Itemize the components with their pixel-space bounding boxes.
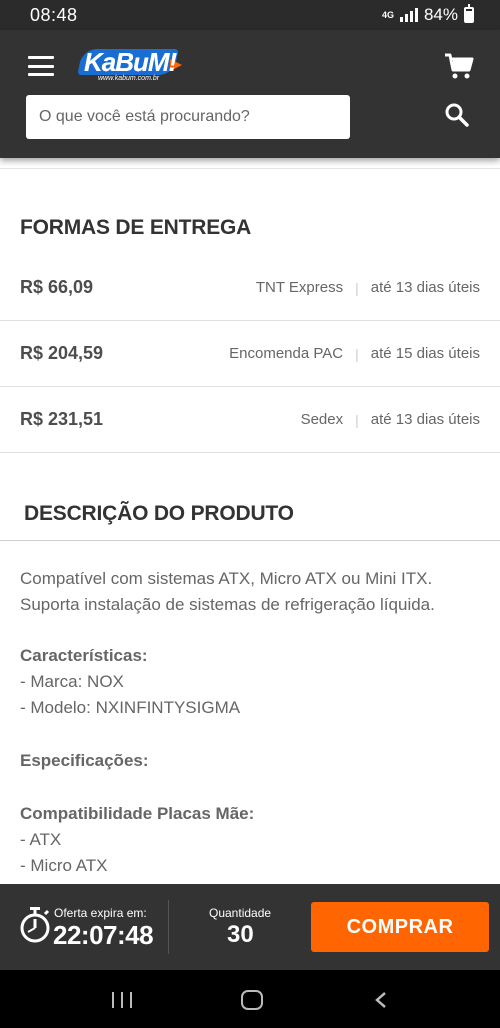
shipping-option: R$ 66,09 TNT Express | até 13 dias úteis <box>0 255 500 321</box>
description-intro-2: Suporta instalação de sistemas de refrig… <box>20 595 435 614</box>
offer-label: Oferta expira em: <box>54 906 147 920</box>
logo-text: KaBuM! <box>84 47 177 77</box>
quantity-value: 30 <box>227 921 254 948</box>
network-type: 4G <box>381 9 394 20</box>
features-heading: Características: <box>20 646 148 665</box>
shipping-days: até 15 dias úteis <box>370 345 480 362</box>
status-bar: 08:48 4G 84% <box>0 0 500 30</box>
divider <box>0 168 500 169</box>
cart-icon[interactable] <box>444 52 474 80</box>
app-header: KaBuM! www.kabum.com.br <box>0 30 500 158</box>
shipping-price: R$ 204,59 <box>20 343 104 363</box>
search-icon[interactable] <box>444 102 470 128</box>
back-icon[interactable] <box>374 991 388 1009</box>
compat-item: - Micro ATX <box>20 856 108 875</box>
shipping-method: TNT Express <box>255 279 344 296</box>
battery-percent: 84% <box>423 5 458 24</box>
divider <box>0 540 500 541</box>
purchase-bar: Oferta expira em: 22:07:48 Quantidade 30… <box>0 884 500 970</box>
kabum-logo[interactable]: KaBuM! www.kabum.com.br <box>77 47 185 85</box>
compat-heading: Compatibilidade Placas Mãe: <box>20 804 255 823</box>
specs-heading: Especificações: <box>20 751 149 770</box>
buy-button[interactable]: COMPRAR <box>311 902 489 952</box>
search-box[interactable] <box>26 95 350 139</box>
shipping-price: R$ 231,51 <box>20 409 104 429</box>
shipping-option: R$ 231,51 Sedex | até 13 dias úteis <box>0 387 500 453</box>
status-indicators: 4G 84% <box>381 4 474 25</box>
logo-subtext: www.kabum.com.br <box>98 75 160 82</box>
compat-item: - ATX <box>20 830 62 849</box>
search-input[interactable] <box>39 108 350 126</box>
quantity-label: Quantidade <box>209 906 272 920</box>
shipping-option: R$ 204,59 Encomenda PAC | até 15 dias út… <box>0 321 500 387</box>
offer-countdown: 22:07:48 <box>53 920 154 950</box>
feature-item: - Modelo: NXINFINTYSIGMA <box>20 698 241 717</box>
shipping-title: FORMAS DE ENTREGA <box>20 216 252 239</box>
navigation-bar <box>0 970 500 1028</box>
shipping-method: Sedex <box>300 411 344 428</box>
shipping-days: até 13 dias úteis <box>370 411 480 428</box>
signal-icon <box>399 8 418 22</box>
description-intro-1: Compatível com sistemas ATX, Micro ATX o… <box>20 569 433 588</box>
feature-item: - Marca: NOX <box>20 672 124 691</box>
battery-icon <box>464 4 474 23</box>
shipping-price: R$ 66,09 <box>20 277 94 297</box>
description-title: DESCRIÇÃO DO PRODUTO <box>24 502 294 525</box>
timer-icon <box>20 907 50 943</box>
shipping-method: Encomenda PAC <box>229 345 344 362</box>
home-icon[interactable] <box>241 990 263 1010</box>
status-time: 08:48 <box>30 4 78 25</box>
recent-apps-icon[interactable] <box>112 992 132 1008</box>
menu-icon[interactable] <box>28 56 54 76</box>
shipping-days: até 13 dias úteis <box>370 279 480 296</box>
